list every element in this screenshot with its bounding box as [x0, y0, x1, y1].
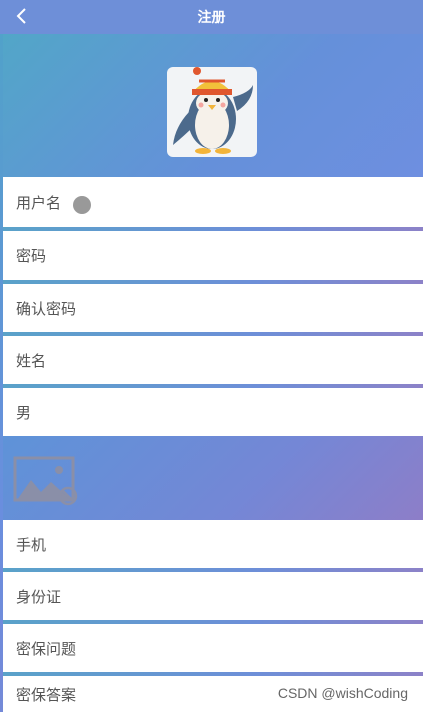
chevron-left-icon [16, 8, 26, 24]
id-card-label: 身份证 [16, 587, 62, 606]
gender-label: 男 [16, 403, 32, 422]
username-field[interactable]: 用户名 [3, 177, 423, 227]
name-label: 姓名 [16, 351, 47, 370]
security-question-field[interactable]: 密保问题 [3, 624, 423, 672]
phone-field[interactable]: 手机 [3, 520, 423, 568]
phone-label: 手机 [16, 535, 47, 554]
name-field[interactable]: 姓名 [3, 336, 423, 384]
confirm-password-label: 确认密码 [16, 299, 77, 318]
status-dot [73, 196, 92, 214]
page-title: 注册 [197, 10, 226, 26]
confirm-password-field[interactable]: 确认密码 [3, 284, 423, 332]
image-upload-section [3, 436, 423, 520]
password-field[interactable]: 密码 [3, 231, 423, 280]
header-bar: 注册 [0, 0, 423, 34]
penguin-avatar-image [173, 67, 253, 154]
register-page: 注册 用户名 密码 确认密码 姓名 男 手机 身份证 密保问题 密保答案 CSD… [0, 0, 423, 712]
avatar-section [3, 34, 423, 177]
watermark: CSDN @wishCoding [277, 685, 408, 701]
username-label: 用户名 [16, 193, 62, 212]
security-question-label: 密保问题 [16, 639, 77, 658]
back-button[interactable] [10, 4, 32, 28]
password-label: 密码 [16, 247, 47, 265]
id-card-field[interactable]: 身份证 [3, 572, 423, 620]
security-answer-label: 密保答案 [16, 685, 77, 704]
image-upload-button[interactable] [13, 456, 79, 506]
image-placeholder-icon [13, 456, 78, 506]
gender-field[interactable]: 男 [3, 388, 423, 436]
avatar[interactable] [167, 67, 257, 157]
